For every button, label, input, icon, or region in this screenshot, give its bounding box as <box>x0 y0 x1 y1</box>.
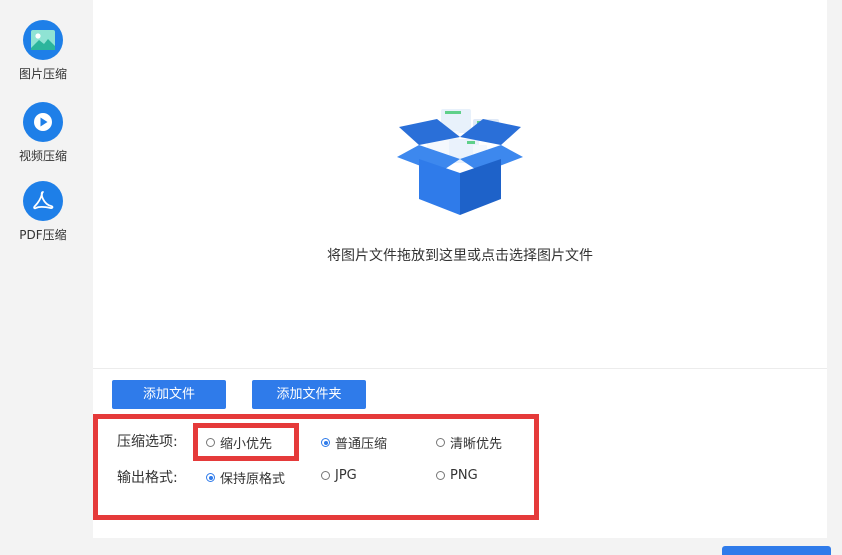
sidebar-item-label: 视频压缩 <box>18 149 67 163</box>
radio-format-keep-original[interactable]: 保持原格式 <box>206 468 285 487</box>
radio-label: 普通压缩 <box>335 437 388 452</box>
file-drop-zone[interactable]: 将图片文件拖放到这里或点击选择图片文件 <box>93 0 827 368</box>
radio-dot <box>436 438 445 447</box>
radio-dot <box>321 471 330 480</box>
radio-compress-clarity-first[interactable]: 清晰优先 <box>436 433 502 452</box>
sidebar-item-pdf-compress[interactable]: PDF压缩 <box>0 181 86 243</box>
sidebar-item-image-compress[interactable]: 图片压缩 <box>0 20 86 82</box>
play-icon <box>23 102 63 142</box>
open-box-illustration <box>397 103 523 221</box>
sidebar: 图片压缩 视频压缩 PDF压缩 <box>0 0 86 555</box>
sidebar-item-label: PDF压缩 <box>19 228 67 242</box>
radio-label: PNG <box>450 468 478 483</box>
radio-label: 缩小优先 <box>220 437 273 452</box>
radio-label: JPG <box>335 468 357 483</box>
radio-dot-selected <box>321 438 330 447</box>
radio-compress-size-first[interactable]: 缩小优先 <box>206 433 272 452</box>
radio-dot <box>436 471 445 480</box>
output-format-label: 输出格式: <box>117 470 178 486</box>
radio-compress-normal[interactable]: 普通压缩 <box>321 433 387 452</box>
sidebar-item-video-compress[interactable]: 视频压缩 <box>0 102 86 164</box>
compression-options-label: 压缩选项: <box>117 434 178 450</box>
add-folder-button[interactable]: 添加文件夹 <box>252 380 366 409</box>
add-file-button[interactable]: 添加文件 <box>112 380 226 409</box>
radio-format-png[interactable]: PNG <box>436 468 478 483</box>
start-compress-button[interactable] <box>722 546 831 555</box>
image-icon <box>23 20 63 60</box>
radio-dot-selected <box>206 473 215 482</box>
options-panel: 添加文件 添加文件夹 压缩选项: 缩小优先 普通压缩 清晰优先 输出格式: 保持… <box>93 368 827 539</box>
radio-format-jpg[interactable]: JPG <box>321 468 357 483</box>
radio-label: 清晰优先 <box>450 437 503 452</box>
radio-dot <box>206 438 215 447</box>
pdf-icon <box>23 181 63 221</box>
bottom-bar <box>93 538 827 555</box>
radio-label: 保持原格式 <box>220 472 286 487</box>
drop-hint-text: 将图片文件拖放到这里或点击选择图片文件 <box>327 248 593 264</box>
sidebar-item-label: 图片压缩 <box>18 67 67 81</box>
